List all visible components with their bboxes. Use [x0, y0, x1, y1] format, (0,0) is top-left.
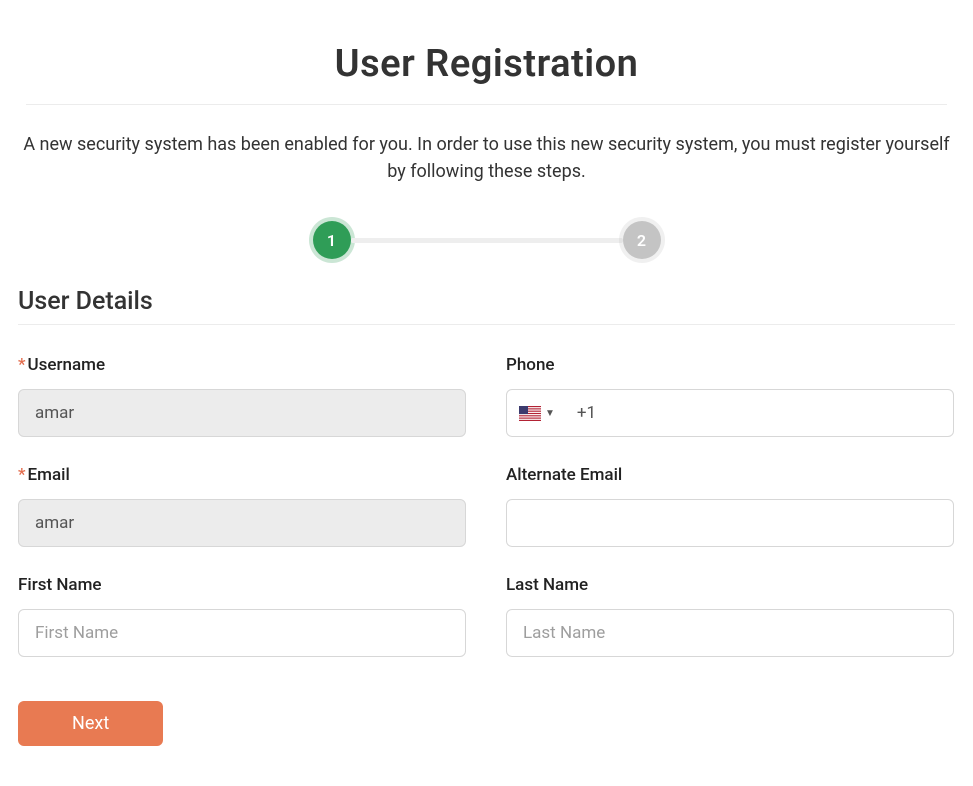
- field-alt-email: Alternate Email: [506, 465, 954, 547]
- label-first-name: First Name: [18, 575, 466, 595]
- last-name-input[interactable]: [506, 609, 954, 657]
- phone-input-wrapper[interactable]: ▼ +1: [506, 389, 954, 437]
- intro-text: A new security system has been enabled f…: [18, 131, 955, 185]
- field-last-name: Last Name: [506, 575, 954, 657]
- step-1: 1: [313, 221, 351, 259]
- label-email: *Email: [18, 465, 466, 485]
- country-selector[interactable]: ▼: [519, 406, 563, 421]
- required-marker: *: [18, 355, 26, 375]
- phone-input[interactable]: [596, 390, 953, 436]
- step-2: 2: [623, 221, 661, 259]
- label-alt-email: Alternate Email: [506, 465, 954, 485]
- first-name-input[interactable]: [18, 609, 466, 657]
- next-button[interactable]: Next: [18, 701, 163, 746]
- label-phone: Phone: [506, 355, 954, 375]
- field-username: *Username: [18, 355, 466, 437]
- dial-code: +1: [577, 403, 596, 423]
- label-last-name: Last Name: [506, 575, 954, 595]
- stepper: 1 2: [18, 221, 955, 259]
- page-title: User Registration: [18, 42, 955, 86]
- label-email-text: Email: [28, 465, 70, 485]
- required-marker: *: [18, 465, 26, 485]
- label-username: *Username: [18, 355, 466, 375]
- chevron-down-icon: ▼: [545, 408, 555, 419]
- form-grid: *Username Phone ▼: [18, 355, 955, 685]
- alt-email-input[interactable]: [506, 499, 954, 547]
- label-username-text: Username: [28, 355, 106, 375]
- title-divider: [26, 104, 947, 105]
- us-flag-icon: [519, 406, 541, 421]
- section-divider: [18, 324, 955, 325]
- field-first-name: First Name: [18, 575, 466, 657]
- username-input: [18, 389, 466, 437]
- step-connector: [351, 238, 623, 243]
- field-email: *Email: [18, 465, 466, 547]
- section-title-user-details: User Details: [18, 287, 955, 316]
- field-phone: Phone ▼ +1: [506, 355, 954, 437]
- email-input: [18, 499, 466, 547]
